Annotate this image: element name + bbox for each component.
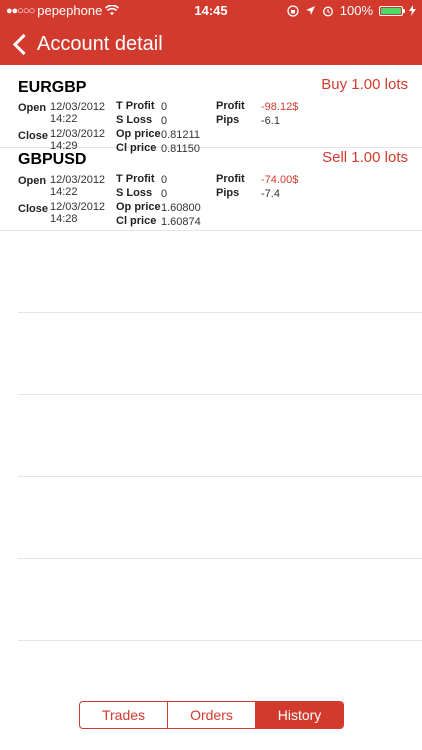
app-header: ●●○○○ pepephone 14:45 100% Account detai… — [0, 0, 422, 65]
pips-value: -6.1 — [261, 115, 280, 127]
sloss-value: 0 — [161, 188, 168, 200]
opprice-value: 1.60800 — [161, 202, 201, 214]
sloss-label: S Loss — [116, 187, 153, 199]
tprofit-value: 0 — [161, 174, 168, 186]
open-label: Open — [18, 102, 47, 114]
trade-row[interactable]: GBPUSD Sell 1.00 lots Open 12/03/2012 14… — [0, 148, 422, 231]
back-button[interactable]: Account detail — [10, 33, 163, 56]
close-label: Close — [18, 130, 48, 142]
navigation-bar: Account detail — [0, 24, 422, 64]
tprofit-label: T Profit — [116, 173, 155, 185]
profit-label: Profit — [216, 173, 245, 185]
pips-label: Pips — [216, 114, 240, 126]
view-segmented-control: Trades Orders History — [79, 701, 344, 729]
opprice-value: 0.81211 — [161, 129, 200, 141]
clprice-value: 1.60874 — [161, 216, 201, 228]
open-time: 14:22 — [50, 186, 78, 198]
status-bar: ●●○○○ pepephone 14:45 100% — [0, 0, 422, 22]
trade-row[interactable]: EURGBP Buy 1.00 lots Open 12/03/2012 14:… — [0, 65, 422, 155]
trade-side: Buy 1.00 lots — [321, 76, 408, 93]
pips-value: -7.4 — [261, 188, 280, 200]
opprice-label: Op price — [116, 201, 161, 213]
trade-side: Sell 1.00 lots — [322, 149, 408, 166]
empty-row — [18, 231, 422, 313]
open-label: Open — [18, 175, 47, 187]
battery-percent: 100% — [339, 3, 373, 18]
pips-label: Pips — [216, 187, 240, 199]
close-label: Close — [18, 203, 48, 215]
sloss-value: 0 — [161, 115, 168, 127]
tab-history[interactable]: History — [256, 702, 343, 728]
trade-symbol: GBPUSD — [18, 151, 87, 168]
empty-row — [18, 477, 422, 559]
chevron-left-icon — [12, 33, 35, 55]
opprice-label: Op price — [116, 128, 161, 140]
rotation-lock-icon — [287, 4, 299, 17]
trade-history-list: EURGBP Buy 1.00 lots Open 12/03/2012 14:… — [0, 65, 422, 641]
profit-label: Profit — [216, 100, 245, 112]
status-right: 100% — [287, 3, 416, 18]
trade-symbol: EURGBP — [18, 79, 87, 96]
open-time: 14:22 — [50, 113, 78, 125]
empty-row — [18, 313, 422, 395]
clprice-label: Cl price — [116, 215, 157, 227]
charging-icon — [409, 5, 416, 16]
page-title: Account detail — [37, 32, 163, 55]
location-icon — [305, 6, 315, 15]
sloss-label: S Loss — [116, 114, 153, 126]
empty-row — [18, 559, 422, 641]
tprofit-value: 0 — [161, 101, 168, 113]
close-time: 14:28 — [50, 213, 78, 225]
profit-value: -74.00$ — [261, 174, 299, 186]
tprofit-label: T Profit — [116, 100, 155, 112]
battery-icon — [379, 5, 405, 16]
tab-orders[interactable]: Orders — [168, 702, 256, 728]
alarm-icon — [322, 6, 333, 16]
profit-value: -98.12$ — [261, 101, 299, 113]
tab-trades[interactable]: Trades — [80, 702, 168, 728]
empty-row — [18, 395, 422, 477]
